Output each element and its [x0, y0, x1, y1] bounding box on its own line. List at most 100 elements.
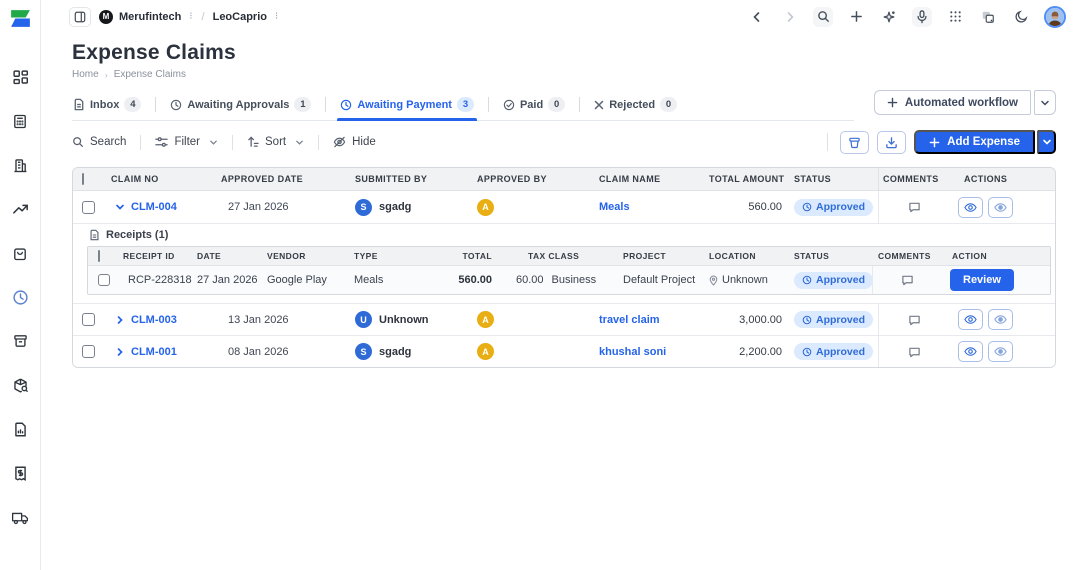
sidebar-item-inventory[interactable] — [10, 376, 30, 394]
row-checkbox[interactable] — [82, 345, 95, 358]
global-search-button[interactable] — [813, 6, 833, 27]
export-button[interactable] — [877, 130, 907, 154]
apps-grid-button[interactable] — [945, 7, 965, 27]
panel-toggle-button[interactable] — [69, 6, 91, 27]
sort-tool[interactable]: Sort — [247, 136, 304, 148]
status-clock-icon — [802, 202, 812, 212]
toolbar-divider — [232, 134, 233, 150]
col-type: TYPE — [354, 251, 378, 261]
ai-assistant-button[interactable] — [879, 7, 899, 27]
claim-no-link[interactable]: CLM-004 — [131, 201, 177, 213]
screenshot-button[interactable] — [978, 7, 998, 27]
add-expense-dropdown[interactable] — [1037, 130, 1056, 154]
project-switcher[interactable]: LeoCaprio — [213, 11, 267, 23]
claim-name-link[interactable]: khushal soni — [599, 346, 666, 358]
submitter-avatar: S — [355, 198, 372, 216]
expand-row-button[interactable] — [115, 315, 125, 325]
filter-label: Filter — [174, 136, 200, 148]
dark-mode-button[interactable] — [1011, 7, 1031, 27]
row-checkbox[interactable] — [82, 200, 95, 214]
select-all-checkbox[interactable] — [82, 173, 84, 185]
panel-toggle-icon — [74, 11, 86, 22]
collapse-row-button[interactable] — [115, 202, 125, 212]
claim-name-link[interactable]: travel claim — [599, 314, 660, 326]
tab-paid[interactable]: Paid 0 — [502, 92, 566, 120]
claim-no-link[interactable]: CLM-001 — [131, 346, 177, 358]
app-logo[interactable] — [8, 6, 33, 31]
search-tool[interactable]: Search — [72, 136, 126, 148]
sidebar-item-dashboard[interactable] — [10, 68, 30, 86]
comments-button[interactable] — [908, 346, 921, 358]
preview-button[interactable] — [988, 341, 1013, 362]
breadcrumb-current: Expense Claims — [113, 69, 186, 80]
row-checkbox[interactable] — [82, 313, 95, 326]
add-expense-button[interactable]: Add Expense — [914, 130, 1035, 154]
view-button[interactable] — [958, 341, 983, 362]
expand-row-button[interactable] — [115, 347, 125, 357]
receipt-row[interactable]: RCP-228318 27 Jan 2026 Google Play Meals… — [88, 266, 1050, 294]
review-button[interactable]: Review — [950, 269, 1014, 291]
comments-button[interactable] — [908, 201, 921, 213]
delete-button[interactable] — [840, 130, 870, 154]
quick-add-button[interactable] — [846, 7, 866, 27]
receipts-header-row: RECEIPT ID DATE VENDOR TYPE TOTAL TAX CL… — [88, 247, 1050, 266]
sidebar-item-archive[interactable] — [10, 332, 30, 350]
col-approved-by: APPROVED BY — [477, 174, 547, 184]
filter-tool[interactable]: Filter — [155, 136, 218, 148]
clock-icon — [171, 99, 182, 110]
eye-off-icon — [333, 136, 346, 148]
nav-forward-button[interactable] — [780, 7, 800, 27]
dashboard-icon — [12, 69, 28, 84]
tab-count-badge: 1 — [294, 97, 312, 112]
plus-icon — [887, 97, 898, 108]
hide-tool[interactable]: Hide — [333, 136, 376, 148]
view-button[interactable] — [958, 309, 983, 330]
receipts-select-all-checkbox[interactable] — [98, 250, 100, 262]
claim-name-link[interactable]: Meals — [599, 201, 630, 213]
approver-avatar: A — [477, 198, 494, 216]
table-row[interactable]: CLM-003 13 Jan 2026 U Unknown A travel c… — [73, 303, 1055, 335]
tab-divider — [155, 96, 157, 112]
receipt-comments-button[interactable] — [901, 274, 914, 286]
comments-button[interactable] — [908, 314, 921, 326]
tab-label: Rejected — [609, 98, 656, 111]
status-clock-icon — [802, 347, 812, 356]
view-button[interactable] — [958, 196, 983, 218]
submitter-name: sgadg — [379, 201, 412, 213]
sidebar-item-awaiting[interactable] — [10, 288, 30, 306]
sidebar-item-invoices[interactable] — [10, 464, 30, 482]
tab-awaiting-approvals[interactable]: Awaiting Approvals 1 — [169, 92, 312, 120]
claim-no-link[interactable]: CLM-003 — [131, 314, 177, 326]
submitter-avatar: S — [355, 343, 372, 360]
table-row[interactable]: CLM-001 08 Jan 2026 S sgadg A khushal so… — [73, 335, 1055, 367]
status-badge: Approved — [794, 343, 874, 360]
tab-awaiting-payment[interactable]: Awaiting Payment 3 — [337, 92, 477, 121]
voice-button[interactable] — [912, 6, 932, 27]
col-receipt-id: RECEIPT ID — [123, 251, 175, 261]
org-switcher[interactable]: M Merufintech — [99, 9, 181, 24]
sidebar-item-ledger[interactable] — [10, 112, 30, 130]
sidebar-item-organization[interactable] — [10, 156, 30, 174]
automated-workflow-dropdown[interactable] — [1034, 90, 1056, 115]
sidebar-item-reports-trend[interactable] — [10, 200, 30, 218]
breadcrumb-home[interactable]: Home — [72, 69, 99, 80]
automated-workflow-button[interactable]: Automated workflow — [873, 90, 1031, 115]
tab-rejected[interactable]: Rejected 0 — [593, 92, 678, 120]
table-row[interactable]: CLM-004 27 Jan 2026 S sgadg A Meals 560.… — [73, 191, 1055, 223]
user-avatar[interactable] — [1044, 5, 1066, 28]
tab-inbox[interactable]: Inbox 4 — [72, 92, 142, 120]
preview-button[interactable] — [988, 309, 1013, 330]
approver-avatar: A — [477, 343, 494, 360]
tab-bar: Inbox 4 Awaiting Approvals 1 Awaiting Pa… — [72, 92, 854, 121]
preview-button[interactable] — [988, 196, 1013, 218]
project-menu-dots-icon[interactable]: ⁝ — [275, 11, 279, 22]
eye-filled-icon — [994, 347, 1007, 356]
table-toolbar: Search Filter Sort Hide Add Expense — [72, 130, 1056, 154]
sidebar-item-documents[interactable] — [10, 420, 30, 438]
sidebar-item-purchases[interactable] — [10, 244, 30, 262]
nav-back-button[interactable] — [747, 7, 767, 27]
org-menu-dots-icon[interactable]: ⁝ — [189, 11, 193, 22]
sidebar-item-delivery[interactable] — [10, 508, 30, 526]
receipt-checkbox[interactable] — [98, 274, 110, 286]
col-location: LOCATION — [709, 251, 756, 261]
